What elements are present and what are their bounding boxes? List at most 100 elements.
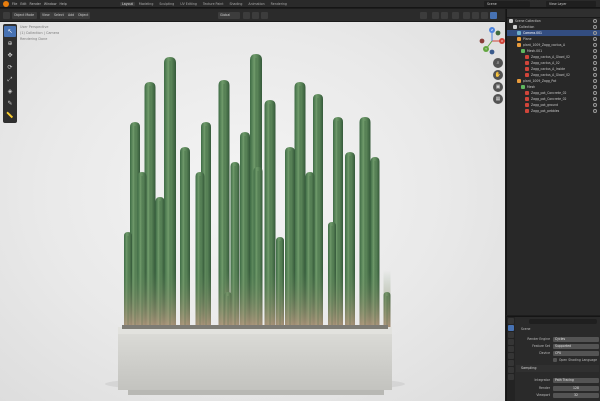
outliner-row-label: Zagg_pot_pebbles	[531, 109, 560, 113]
menu-view[interactable]: View	[40, 12, 52, 19]
outliner-row-label: Zagg_cactus_A_02	[531, 61, 560, 65]
main-menu: File Edit Render Window Help	[0, 0, 67, 8]
properties-tabs	[507, 317, 515, 401]
view-layer-selector[interactable]: View Layer	[546, 1, 596, 7]
visibility-eye-icon[interactable]	[593, 85, 597, 89]
shading-rendered-icon[interactable]	[490, 12, 497, 19]
workspace-tabs: Layout Modeling Sculpting UV Editing Tex…	[120, 0, 289, 8]
xray-toggle-icon[interactable]	[452, 12, 459, 19]
visibility-icon[interactable]	[420, 12, 427, 19]
menu-select[interactable]: Select	[52, 12, 66, 19]
properties-search-input[interactable]	[529, 319, 597, 324]
sampling-section-header[interactable]: Sampling	[516, 365, 599, 372]
measure-tool-icon[interactable]: 📏	[4, 110, 16, 121]
visibility-eye-icon[interactable]	[593, 109, 597, 113]
material-icon	[525, 55, 529, 59]
menu-object[interactable]: Object	[76, 12, 91, 19]
outliner-row[interactable]: Zagg_pot_pebbles	[507, 108, 600, 114]
integrator-dropdown[interactable]: Path Tracing	[553, 377, 599, 383]
scale-tool-icon[interactable]: ⤢	[4, 74, 16, 85]
view-layer-tab-icon[interactable]	[508, 339, 514, 345]
tab-sculpting[interactable]: Sculpting	[157, 2, 176, 6]
pivot-icon[interactable]	[243, 12, 250, 19]
pan-hand-icon[interactable]: ✋	[493, 70, 503, 80]
snap-icon[interactable]	[252, 12, 259, 19]
menu-edit[interactable]: Edit	[20, 2, 26, 6]
perspective-toggle-icon[interactable]: ▦	[493, 94, 503, 104]
visibility-eye-icon[interactable]	[593, 37, 597, 41]
tab-texture-paint[interactable]: Texture Paint	[201, 2, 226, 6]
visibility-eye-icon[interactable]	[593, 19, 597, 23]
visibility-eye-icon[interactable]	[593, 61, 597, 65]
shading-wireframe-icon[interactable]	[463, 12, 470, 19]
shading-material-icon[interactable]	[481, 12, 488, 19]
world-tab-icon[interactable]	[508, 353, 514, 359]
tool-tab-icon[interactable]	[508, 318, 514, 324]
tab-uv-editing[interactable]: UV Editing	[178, 2, 199, 6]
outliner-row-label: Zagg_pot_ground	[531, 103, 559, 107]
top-bar: File Edit Render Window Help Layout Mode…	[0, 0, 600, 8]
viewport-samples-label: Viewport	[536, 393, 550, 397]
tool-shelf: ↖ ⊕ ✥ ⟳ ⤢ ◈ ✎ 📏	[3, 24, 17, 123]
camera-view-icon[interactable]: ▣	[493, 82, 503, 92]
tab-modeling[interactable]: Modeling	[137, 2, 156, 6]
render-samples-field[interactable]: 128	[553, 385, 599, 391]
material-tab-icon[interactable]	[508, 374, 514, 380]
modifier-tab-icon[interactable]	[508, 367, 514, 373]
outliner-row-label: Scene Collection	[515, 19, 541, 23]
orientation-dropdown[interactable]: Global	[218, 12, 240, 19]
rotate-tool-icon[interactable]: ⟳	[4, 62, 16, 73]
transform-tool-icon[interactable]: ◈	[4, 86, 16, 97]
mode-dropdown[interactable]: Object Mode	[12, 12, 37, 19]
feature-set-dropdown[interactable]: Supported	[553, 343, 599, 349]
editor-type-icon[interactable]	[3, 12, 10, 19]
menu-window[interactable]: Window	[44, 2, 57, 6]
menu-render[interactable]: Render	[30, 2, 41, 6]
visibility-eye-icon[interactable]	[593, 43, 597, 47]
tab-rendering[interactable]: Rendering	[269, 2, 289, 6]
menu-file[interactable]: File	[12, 2, 17, 6]
outliner-panel: Scene Collection Collection Camera.001 Plan…	[506, 9, 600, 315]
visibility-eye-icon[interactable]	[593, 73, 597, 77]
visibility-eye-icon[interactable]	[593, 49, 597, 53]
object-tab-icon[interactable]	[508, 360, 514, 366]
tab-animation[interactable]: Animation	[246, 2, 266, 6]
zoom-icon[interactable]: ⌕	[493, 58, 503, 68]
menu-help[interactable]: Help	[59, 2, 66, 6]
visibility-eye-icon[interactable]	[593, 25, 597, 29]
visibility-eye-icon[interactable]	[593, 79, 597, 83]
visibility-eye-icon[interactable]	[593, 91, 597, 95]
annotate-tool-icon[interactable]: ✎	[4, 98, 16, 109]
viewport-samples-field[interactable]: 32	[553, 392, 599, 398]
3d-viewport[interactable]: User Perspective (1) Collection | Camera…	[0, 22, 505, 401]
select-tool-icon[interactable]: ↖	[4, 26, 16, 37]
visibility-eye-icon[interactable]	[593, 55, 597, 59]
visibility-eye-icon[interactable]	[593, 103, 597, 107]
menu-add[interactable]: Add	[66, 12, 77, 19]
tab-layout[interactable]: Layout	[120, 2, 135, 6]
proportional-edit-icon[interactable]	[261, 12, 268, 19]
scene-selector[interactable]: Scene	[484, 1, 530, 7]
shading-solid-icon[interactable]	[472, 12, 479, 19]
render-engine-dropdown[interactable]: Cycles	[553, 336, 599, 342]
device-dropdown[interactable]: CPU	[553, 350, 599, 356]
gizmo-toggle-icon[interactable]	[432, 12, 439, 19]
scene-tab-icon[interactable]	[508, 346, 514, 352]
tab-shading[interactable]: Shading	[227, 2, 244, 6]
osl-checkbox[interactable]	[553, 358, 557, 362]
cursor-tool-icon[interactable]: ⊕	[4, 38, 16, 49]
visibility-eye-icon[interactable]	[593, 67, 597, 71]
blender-logo-icon[interactable]	[3, 1, 9, 7]
outliner-row-label: Zagg_pot_Concrete_02	[531, 91, 567, 95]
output-tab-icon[interactable]	[508, 332, 514, 338]
render-engine-label: Render Engine	[527, 337, 550, 341]
move-tool-icon[interactable]: ✥	[4, 50, 16, 61]
visibility-eye-icon[interactable]	[593, 97, 597, 101]
device-label: Device	[539, 351, 550, 355]
properties-panel: Scene Render Engine Cycles Feature Set S…	[506, 316, 600, 401]
navigation-gizmo[interactable]: X Y Z	[478, 27, 505, 55]
feature-set-label: Feature Set	[532, 344, 550, 348]
render-tab-icon[interactable]	[508, 325, 514, 331]
overlay-toggle-icon[interactable]	[441, 12, 448, 19]
visibility-eye-icon[interactable]	[593, 31, 597, 35]
